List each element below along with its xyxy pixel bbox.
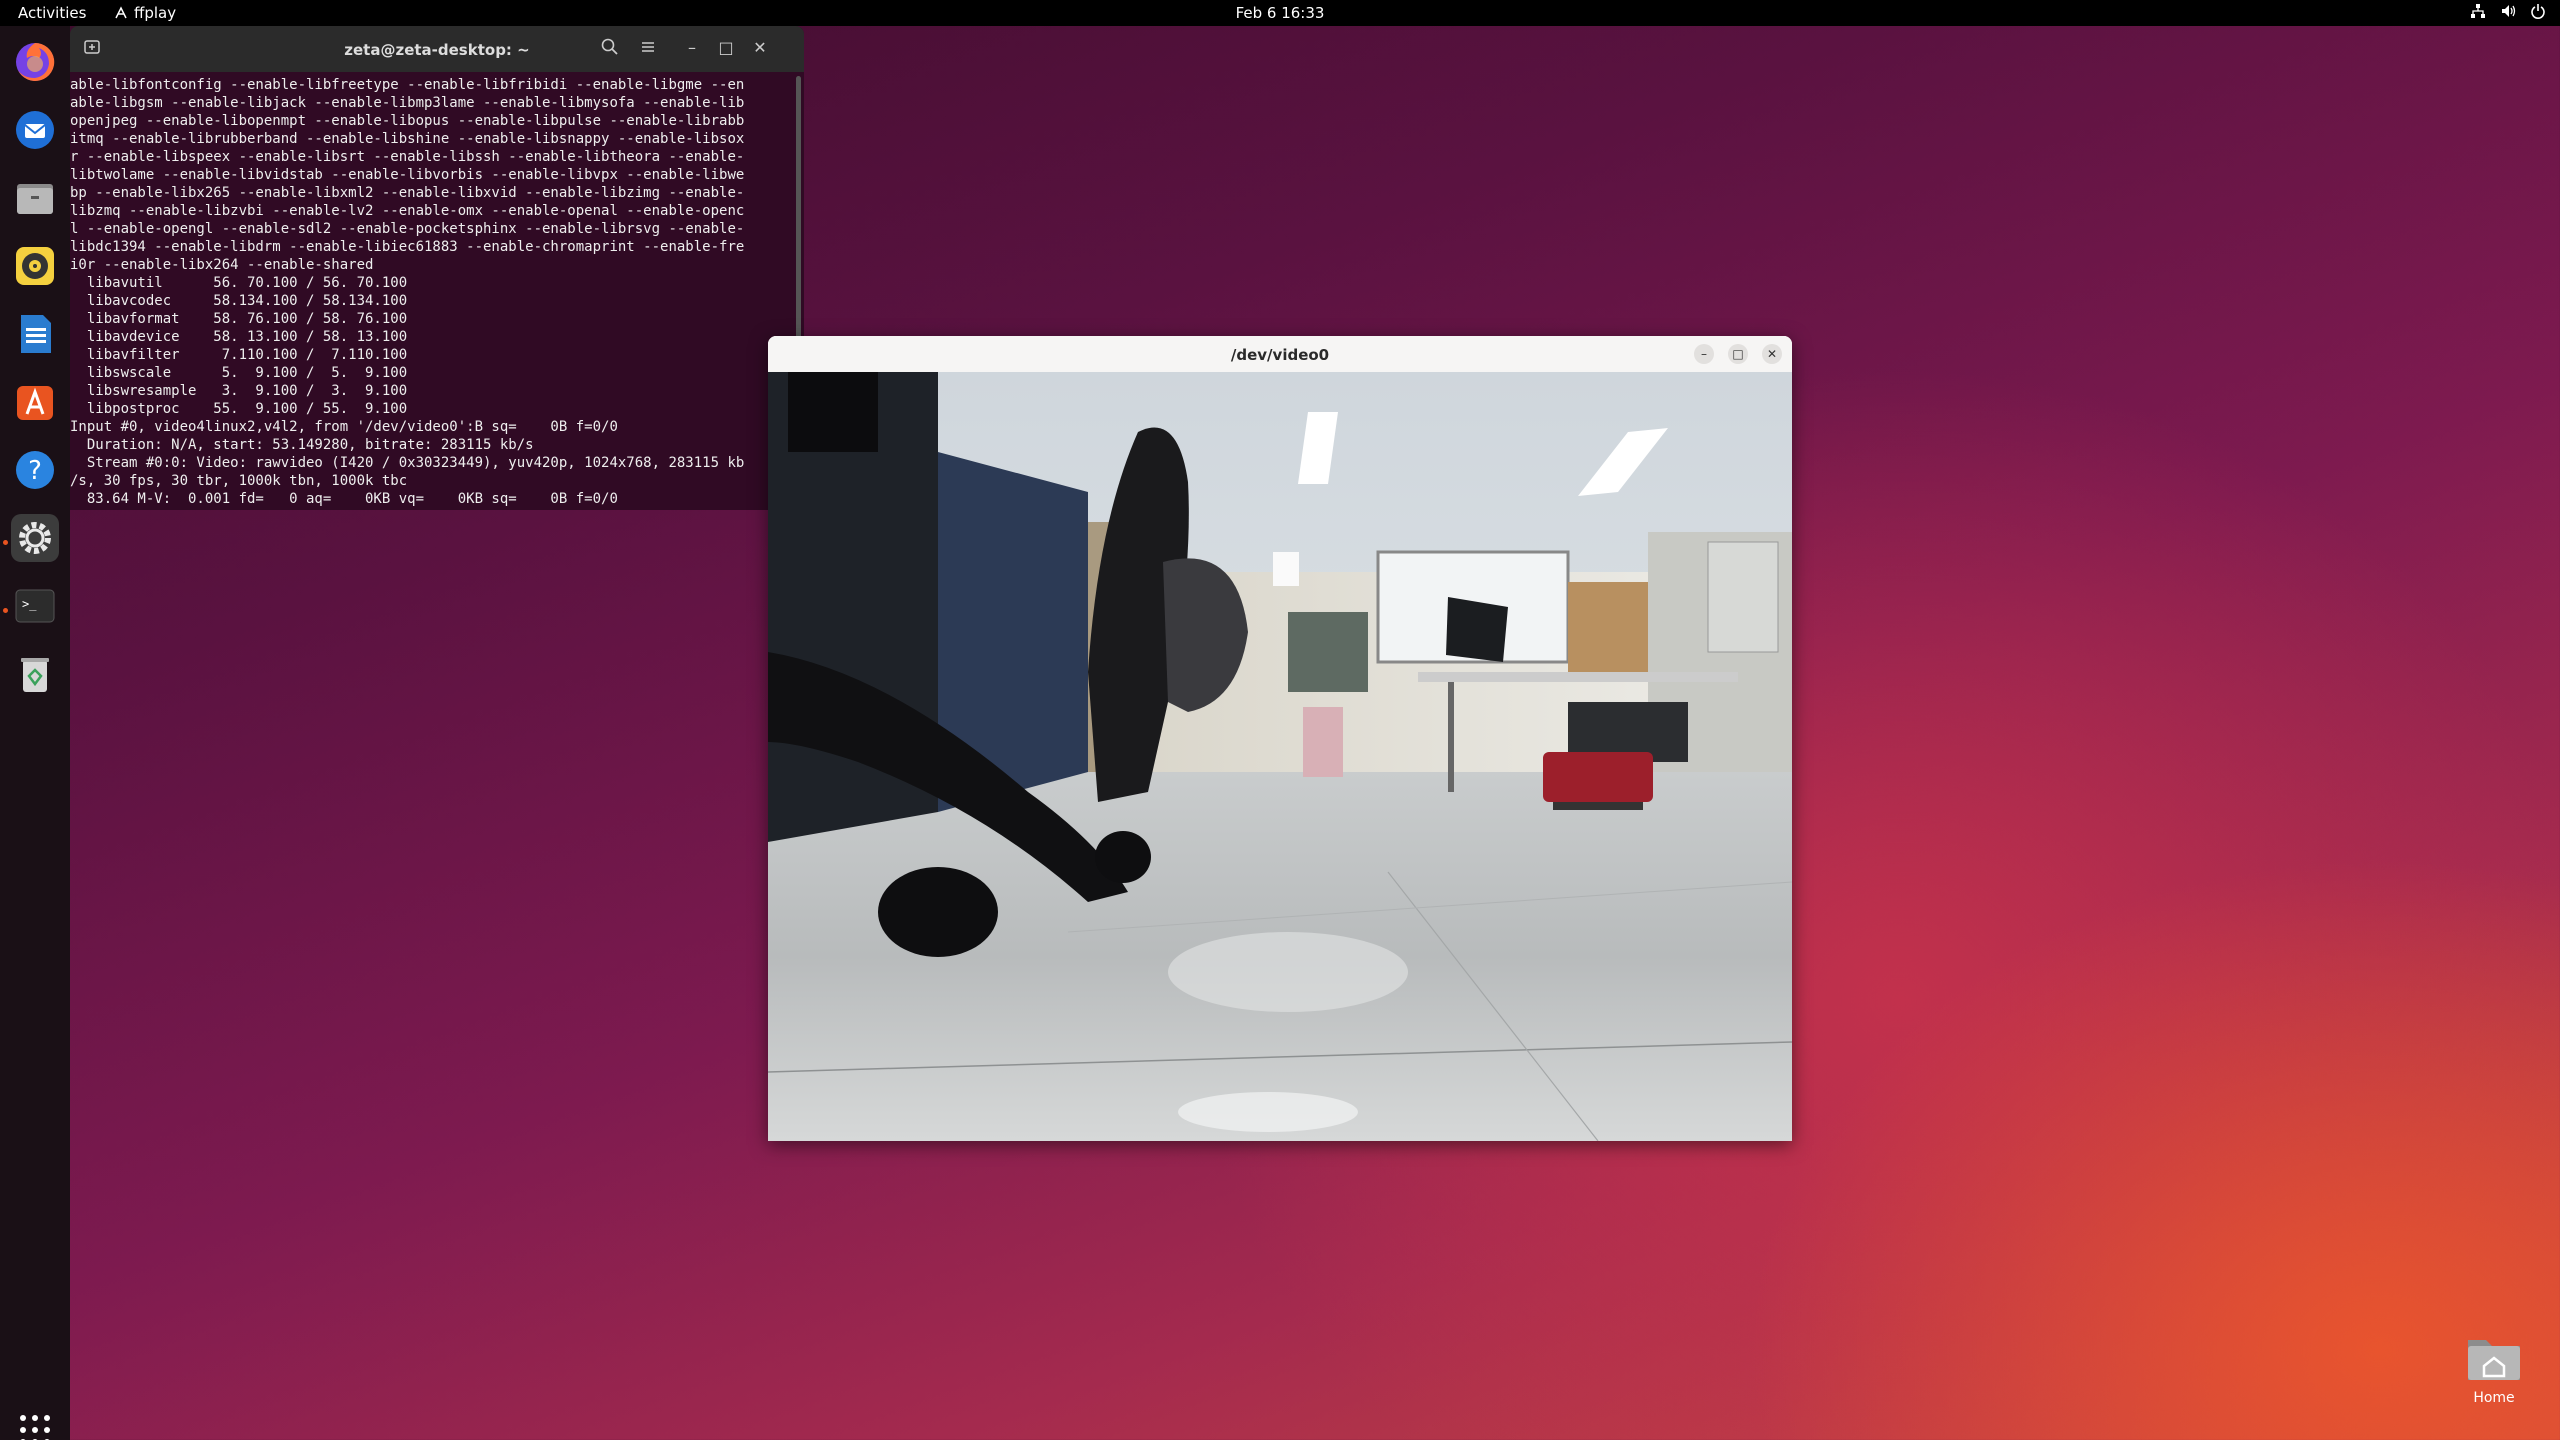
terminal-line: libavdevice 58. 13.100 / 58. 13.100 [70,329,408,345]
terminal-line: bp --enable-libx265 --enable-libxml2 --e… [70,185,745,201]
video-window-title: /dev/video0 [1230,346,1330,364]
minimize-icon[interactable]: – [1694,344,1714,364]
volume-icon[interactable] [2500,3,2516,19]
activities-button[interactable]: Activities [18,4,86,22]
trash-icon[interactable] [11,650,59,698]
home-folder-icon [2468,1340,2520,1380]
terminal-line: i0r --enable-libx264 --enable-shared [70,257,374,273]
terminal-line: libzmq --enable-libzvbi --enable-lv2 --e… [70,203,745,219]
terminal-line: 83.64 M-V: 0.001 fd= 0 aq= 0KB vq= 0KB s… [70,491,618,507]
terminal-line: libavcodec 58.134.100 / 58.134.100 [70,293,408,309]
terminal-window[interactable]: zeta@zeta-desktop: ~ – □ ✕ able-libfontc… [70,26,804,510]
terminal-line: /s, 30 fps, 30 tbr, 1000k tbn, 1000k tbc [70,473,408,489]
terminal-line: libpostproc 55. 9.100 / 55. 9.100 [70,401,408,417]
terminal-line: libswscale 5. 9.100 / 5. 9.100 [70,365,408,381]
app-name: ffplay [134,4,177,22]
ffplay-app-icon [115,6,127,19]
power-icon[interactable] [2530,3,2546,19]
terminal-line: Stream #0:0: Video: rawvideo (I420 / 0x3… [70,455,745,471]
home-label: Home [2473,1390,2515,1406]
help-icon[interactable]: ? [11,446,59,494]
terminal-line: itmq --enable-librubberband --enable-lib… [70,131,745,147]
terminal-line: libtwolame --enable-libvidstab --enable-… [70,167,745,183]
maximize-icon[interactable]: □ [1728,344,1748,364]
terminal-output[interactable]: able-libfontconfig --enable-libfreetype … [70,72,744,508]
search-icon[interactable] [598,37,622,61]
show-apps-icon[interactable] [17,1412,53,1440]
svg-text:>_: >_ [22,597,37,611]
terminal-line: l --enable-opengl --enable-sdl2 --enable… [70,221,745,237]
video-window[interactable]: /dev/video0 – □ ✕ [768,336,1792,1141]
svg-text:?: ? [28,456,42,486]
terminal-line: libswresample 3. 9.100 / 3. 9.100 [70,383,408,399]
close-icon[interactable]: ✕ [750,38,770,57]
terminal-line: libdc1394 --enable-libdrm --enable-libie… [70,239,745,255]
terminal-icon[interactable]: >_ [11,582,59,630]
terminal-line: libavfilter 7.110.100 / 7.110.100 [70,347,408,363]
terminal-line: libavutil 56. 70.100 / 56. 70.100 [70,275,408,291]
terminal-line: libavformat 58. 76.100 / 58. 76.100 [70,311,408,327]
dock: ? >_ [0,26,70,1440]
menu-icon[interactable] [636,37,660,61]
app-menu[interactable]: ffplay [114,4,176,22]
terminal-line: openjpeg --enable-libopenmpt --enable-li… [70,113,745,129]
terminal-line: r --enable-libspeex --enable-libsrt --en… [70,149,745,165]
maximize-icon[interactable]: □ [716,38,736,57]
terminal-line: Input #0, video4linux2,v4l2, from '/dev/… [70,419,618,435]
writer-icon[interactable] [11,310,59,358]
terminal-line: able-libgsm --enable-libjack --enable-li… [70,95,745,111]
clock[interactable]: Feb 6 16:33 [0,4,2560,22]
close-icon[interactable]: ✕ [1762,344,1782,364]
files-icon[interactable] [11,174,59,222]
home-desktop-icon[interactable]: Home [2462,1334,2526,1406]
system-tray[interactable] [2470,3,2546,19]
firefox-icon[interactable] [11,38,59,86]
thunderbird-icon[interactable] [11,106,59,154]
top-bar: Activities ffplay Feb 6 16:33 [0,0,2560,26]
video-titlebar[interactable]: /dev/video0 – □ ✕ [768,336,1792,372]
settings-icon[interactable] [11,514,59,562]
minimize-icon[interactable]: – [682,38,702,57]
running-indicator [3,608,8,613]
network-icon[interactable] [2470,3,2486,19]
terminal-titlebar[interactable]: zeta@zeta-desktop: ~ – □ ✕ [70,26,804,72]
rhythmbox-icon[interactable] [11,242,59,290]
software-icon[interactable] [11,378,59,426]
terminal-line: Duration: N/A, start: 53.149280, bitrate… [70,437,534,453]
camera-frame [768,372,1792,1141]
running-indicator [3,540,8,545]
terminal-line: able-libfontconfig --enable-libfreetype … [70,77,745,93]
